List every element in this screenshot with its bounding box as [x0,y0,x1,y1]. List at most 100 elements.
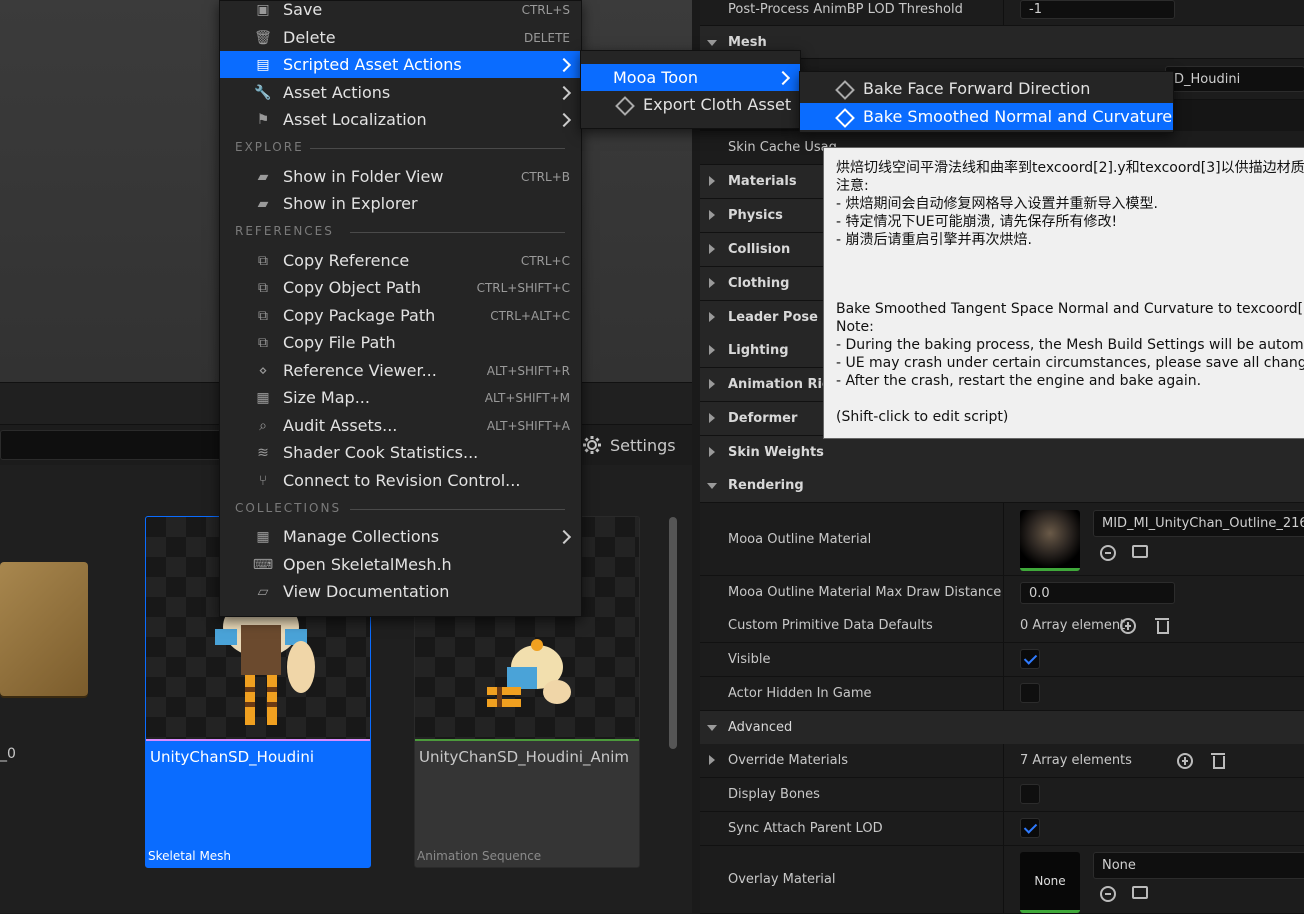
menu-item-label: Audit Assets... [283,416,398,435]
detail-label: Custom Primitive Data Defaults [728,618,933,633]
menu-item-size-map[interactable]: ▦ Size Map... ALT+SHIFT+M [220,384,581,411]
menu-item-show-in-folder-view[interactable]: ▰ Show in Folder View CTRL+B [220,163,581,190]
detail-label: Post-Process AnimBP LOD Threshold [728,1,963,17]
category-label: Rendering [728,478,804,493]
menu-item-asset-localization[interactable]: ⚑ Asset Localization [220,106,581,133]
menu-item-shader-cook-stats[interactable]: ≋ Shader Cook Statistics... [220,439,581,466]
script-diamond-icon [615,96,635,116]
menu-item-copy-package-path[interactable]: ⧉ Copy Package Path CTRL+ALT+C [220,302,581,329]
script-diamond-icon [835,80,855,100]
menu-item-show-in-explorer[interactable]: ▰ Show in Explorer [220,190,581,217]
menu-item-mooa-toon[interactable]: Mooa Toon [581,64,800,91]
asset-tile-partial[interactable] [0,562,88,696]
skeletal-mesh-field[interactable]: D_Houdini [1165,66,1304,92]
menu-item-audit-assets[interactable]: ⌕ Audit Assets... ALT+SHIFT+A [220,412,581,439]
section-divider [310,148,565,149]
menu-item-shortcut: ALT+SHIFT+R [486,363,570,378]
menu-item-asset-actions[interactable]: 🔧 Asset Actions [220,79,581,106]
sync-attach-checkbox[interactable] [1020,818,1040,838]
menu-item-copy-object-path[interactable]: ⧉ Copy Object Path CTRL+SHIFT+C [220,274,581,301]
tooltip-line: - 特定情况下UE可能崩溃, 请先保存所有修改! [836,214,1118,230]
reference-viewer-icon: ⋄ [258,362,268,379]
visible-checkbox[interactable] [1020,649,1040,669]
lod-threshold-input[interactable]: -1 [1020,0,1175,19]
tooltip-line: (Shift-click to edit script) [836,409,1009,425]
overlay-material-thumbnail[interactable]: None [1020,852,1080,913]
expand-arrow-icon [707,725,717,731]
detail-row-custom-primitive: Custom Primitive Data Defaults 0 Array e… [700,609,1304,643]
expand-arrow-icon[interactable] [709,755,715,765]
actor-hidden-checkbox[interactable] [1020,683,1040,703]
outline-material-field[interactable]: MID_MI_UnityChan_Outline_216 [1093,510,1304,537]
browse-back-icon[interactable] [1100,886,1116,902]
menu-item-connect-revision-control[interactable]: ⑂ Connect to Revision Control... [220,467,581,494]
menu-item-view-documentation[interactable]: ▱ View Documentation [220,578,581,605]
chevron-right-icon [556,85,572,100]
detail-row-visible: Visible [700,643,1304,677]
menu-item-label: View Documentation [283,582,450,601]
menu-item-export-cloth-asset[interactable]: Export Cloth Asset [581,91,800,118]
menu-item-label: Copy Object Path [283,278,422,297]
menu-item-open-skeletalmesh-h[interactable]: ⌨ Open SkeletalMesh.h [220,551,581,578]
folder-search-icon[interactable] [1132,545,1148,558]
detail-row-outline-material: Mooa Outline Material MID_MI_UnityChan_O… [700,503,1304,576]
expand-arrow-icon [707,40,717,46]
revision-control-icon: ⑂ [258,472,268,489]
settings-label: Settings [610,435,676,455]
menu-item-bake-face-forward[interactable]: Bake Face Forward Direction [800,75,1173,102]
detail-row-max-draw: Mooa Outline Material Max Draw Distance … [700,576,1304,610]
menu-item-label: Show in Explorer [283,194,418,213]
category-label: Advanced [728,720,793,735]
category-label: Materials [728,174,797,189]
expand-arrow-icon [709,447,715,457]
menu-item-shortcut: DELETE [523,30,570,45]
folder-search-icon: ▰ [257,168,269,185]
display-bones-checkbox[interactable] [1020,784,1040,804]
category-label: Animation Rig [728,377,832,392]
add-element-icon[interactable] [1120,618,1136,634]
menu-item-scripted-asset-actions[interactable]: ▤ Scripted Asset Actions [220,51,581,78]
add-element-icon[interactable] [1177,753,1193,769]
category-advanced[interactable]: Advanced [700,711,1304,745]
section-divider [350,509,565,510]
menu-item-bake-smoothed-normal[interactable]: Bake Smoothed Normal and Curvature [800,103,1173,130]
folder-search-icon[interactable] [1132,886,1148,899]
trash-icon[interactable] [1211,752,1225,769]
trash-icon[interactable] [1155,617,1169,634]
max-draw-distance-input[interactable]: 0.0 [1020,582,1175,604]
settings-button[interactable]: Settings [582,432,676,458]
browse-back-icon[interactable] [1100,545,1116,561]
section-header-references: REFERENCES [235,224,334,238]
detail-label: Override Materials [728,753,848,768]
overlay-material-field[interactable]: None [1093,852,1304,879]
material-thumbnail[interactable] [1020,510,1080,571]
menu-item-label: Copy Reference [283,251,410,270]
menu-item-label: Delete [283,28,336,47]
category-skin-weights[interactable]: Skin Weights [700,436,1304,470]
asset-grid-scrollbar[interactable] [669,517,677,749]
chevron-right-icon [556,112,572,127]
menu-item-manage-collections[interactable]: ▦ Manage Collections [220,523,581,550]
menu-item-copy-file-path[interactable]: ⧉ Copy File Path [220,329,581,356]
chevron-right-icon [556,57,572,72]
menu-item-reference-viewer[interactable]: ⋄ Reference Viewer... ALT+SHIFT+R [220,357,581,384]
menu-item-copy-reference[interactable]: ⧉ Copy Reference CTRL+C [220,247,581,274]
trash-icon: 🗑 [254,29,272,46]
detail-label: Mooa Outline Material Max Draw Distance [728,585,1002,600]
menu-item-label: Copy Package Path [283,306,436,325]
menu-item-shortcut: CTRL+C [520,253,570,268]
detail-label: Skin Cache Usag [728,140,837,155]
details-panel: Post-Process AnimBP LOD Threshold -1 Mes… [700,0,1304,914]
asset-context-menu: ▣ Save CTRL+S 🗑 Delete DELETE ▤ Scripted Asse… [219,0,582,617]
menu-item-delete[interactable]: 🗑 Delete DELETE [220,24,581,51]
chevron-right-icon [775,70,791,85]
category-rendering[interactable]: Rendering [700,469,1304,503]
category-label: Skin Weights [728,445,824,460]
array-count: 7 Array elements [1020,753,1132,768]
expand-arrow-icon [709,345,715,355]
detail-row-actor-hidden: Actor Hidden In Game [700,677,1304,711]
script-diamond-icon [835,108,855,128]
mooa-toon-submenu: Bake Face Forward Direction Bake Smoothe… [799,71,1174,133]
menu-item-save[interactable]: ▣ Save CTRL+S [220,0,581,23]
menu-item-label: Save [283,0,323,19]
